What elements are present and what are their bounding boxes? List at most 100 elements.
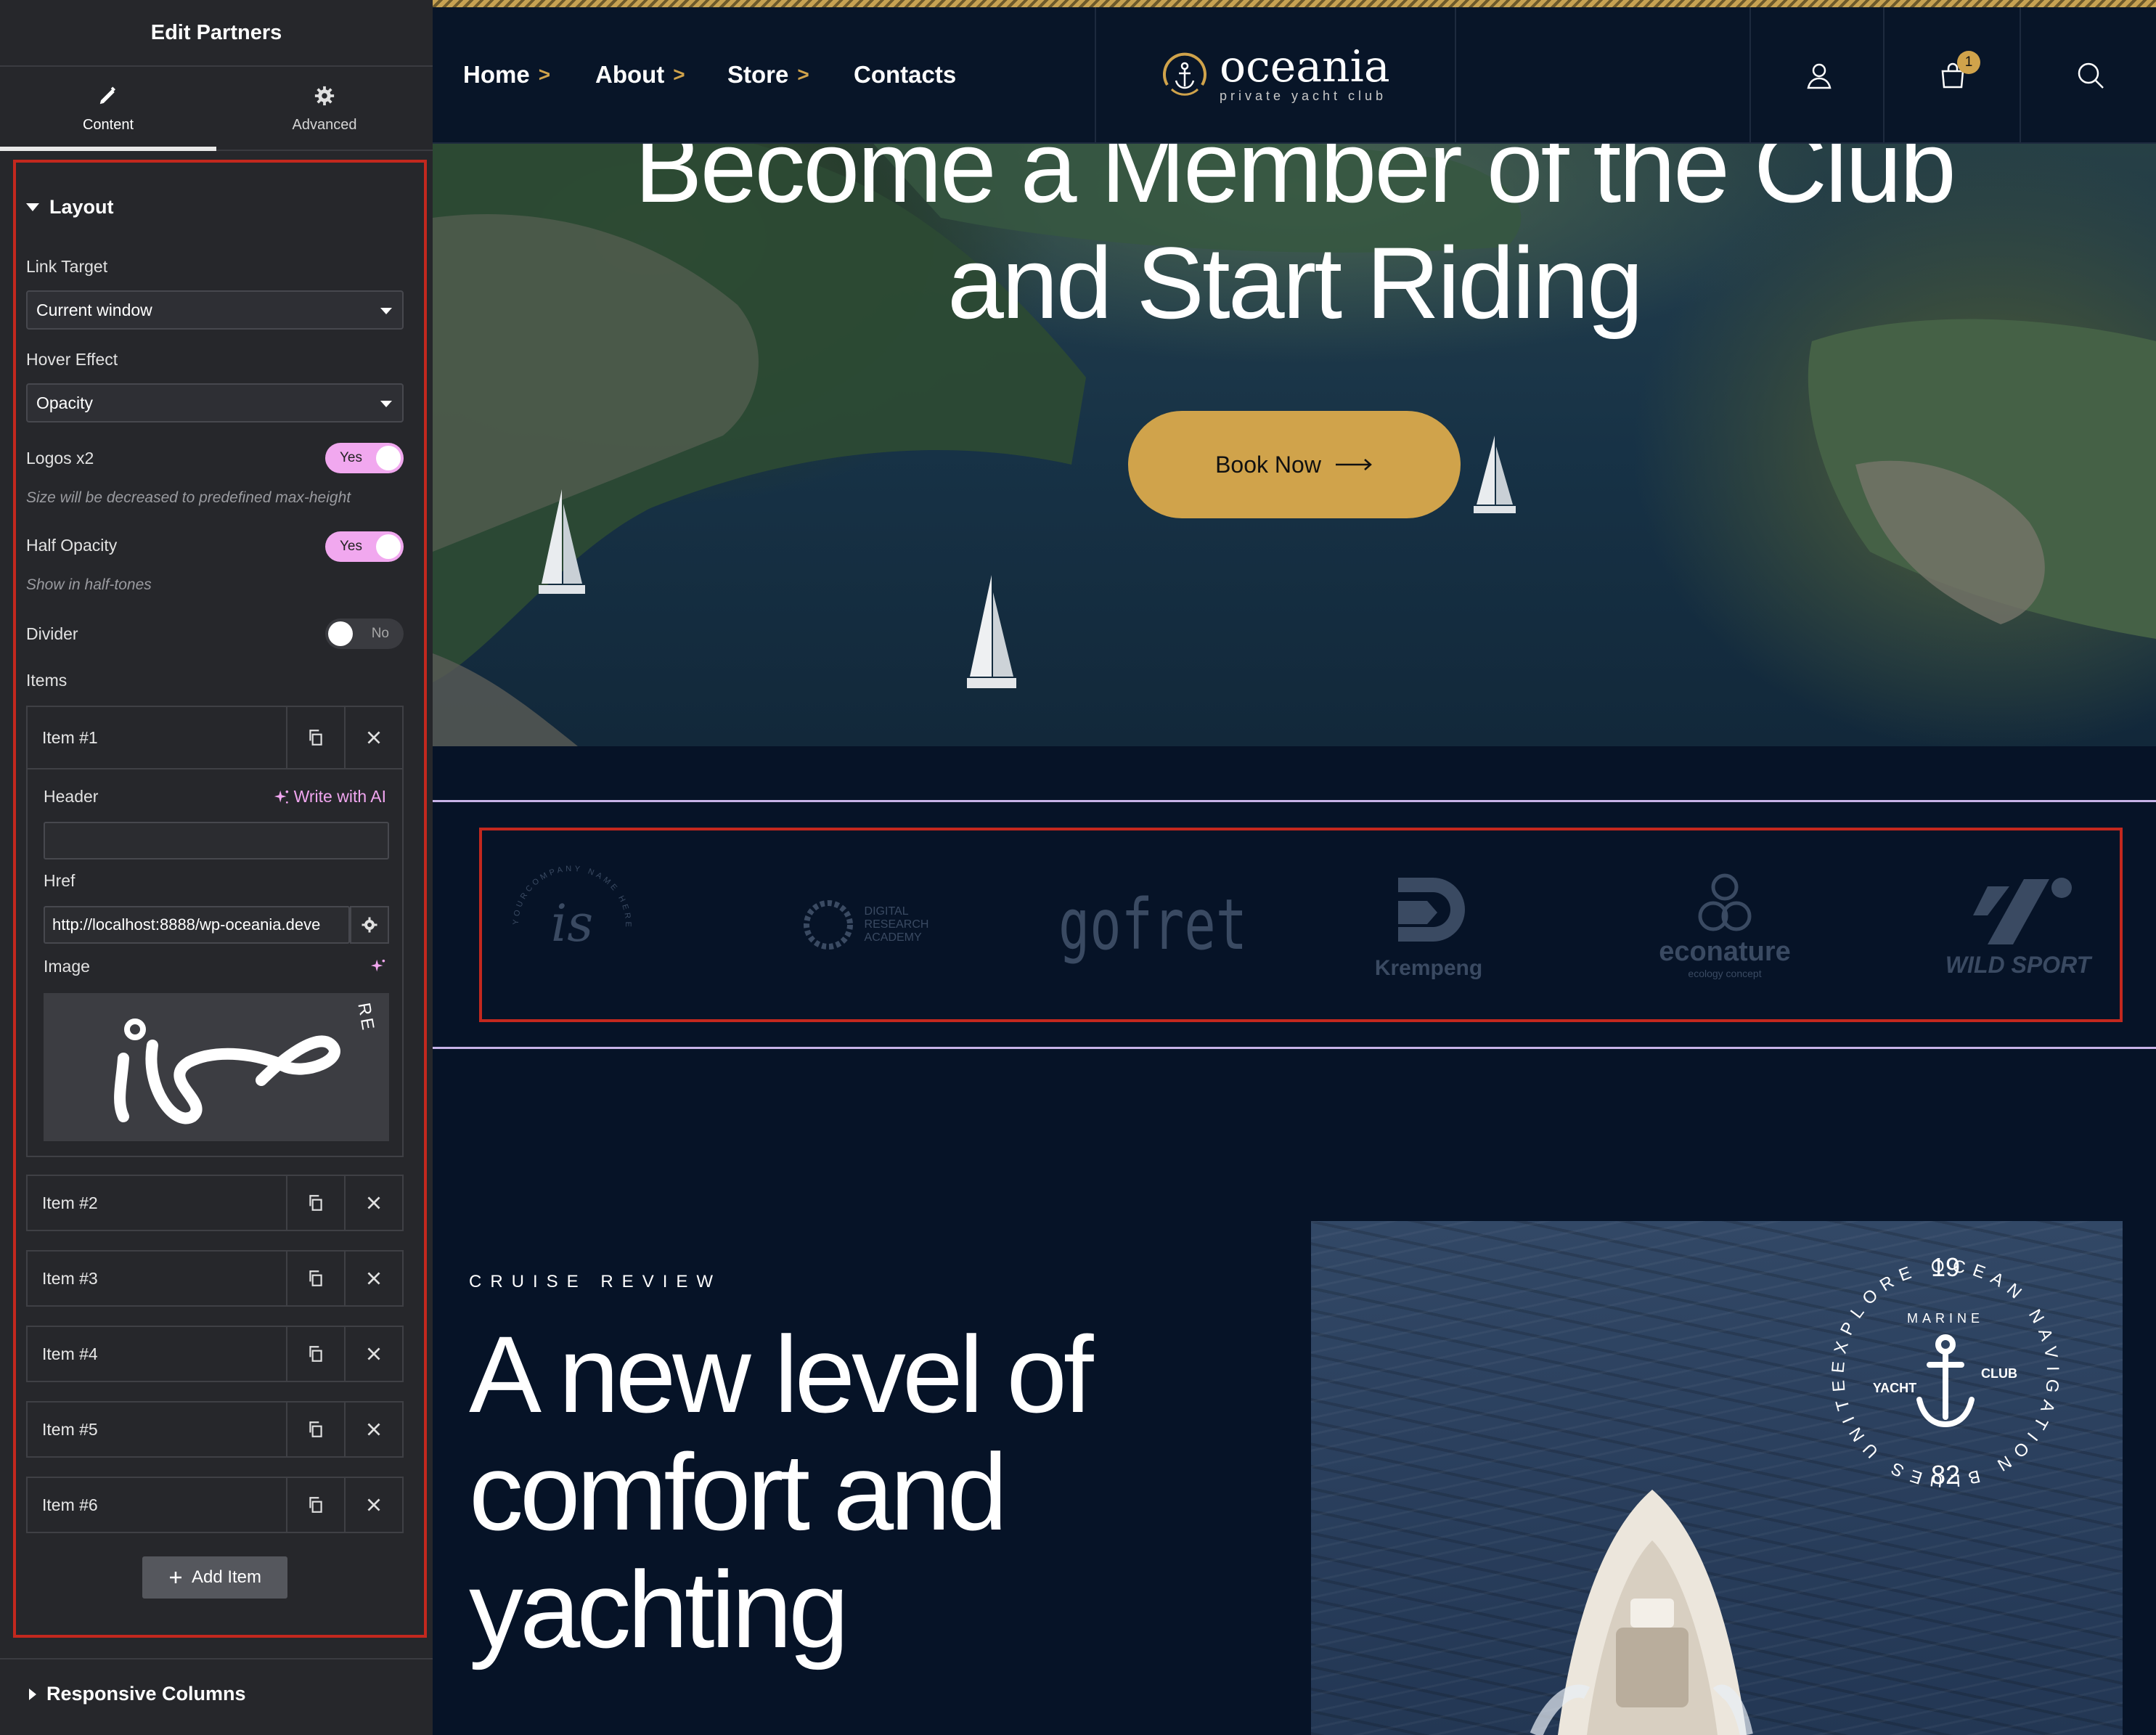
add-item-button[interactable]: Add Item xyxy=(142,1556,287,1599)
item-1-settings: Header Write with AI Href http://localho… xyxy=(26,768,404,1157)
close-icon xyxy=(367,731,380,744)
remove-button[interactable] xyxy=(344,1176,402,1230)
half-opacity-toggle[interactable]: Yes xyxy=(325,531,404,562)
item-label: Item #1 xyxy=(42,727,98,747)
link-target-select[interactable]: Current window xyxy=(26,290,404,330)
anchor-icon xyxy=(1916,1334,1975,1428)
remove-button[interactable] xyxy=(344,1403,402,1456)
remove-button[interactable] xyxy=(344,1252,402,1305)
sailboat-image xyxy=(539,489,585,594)
image-label: Image xyxy=(44,957,90,976)
layout-section-toggle[interactable]: Layout xyxy=(26,196,114,219)
duplicate-button[interactable] xyxy=(286,1176,344,1230)
close-icon xyxy=(367,1196,380,1209)
header-input[interactable] xyxy=(44,822,389,860)
partner-logo-5-sub: ecology concept xyxy=(1688,967,1762,979)
close-icon xyxy=(367,1347,380,1360)
href-input[interactable]: http://localhost:8888/wp-oceania.deve xyxy=(44,906,350,944)
nav-home[interactable]: Home > xyxy=(463,61,550,89)
item-row-3[interactable]: Item #3 xyxy=(26,1250,404,1307)
brand-name: oceania xyxy=(1220,41,1390,92)
responsive-columns-toggle[interactable]: Responsive Columns xyxy=(29,1683,246,1705)
book-now-button[interactable]: Book Now xyxy=(1128,411,1461,518)
nav-about[interactable]: About > xyxy=(595,61,685,89)
item-row-1[interactable]: Item #1 xyxy=(26,706,404,769)
section-eyebrow: CRUISE REVIEW xyxy=(469,1272,722,1291)
hover-effect-select[interactable]: Opacity xyxy=(26,383,404,422)
nav-store[interactable]: Store > xyxy=(727,61,809,89)
item-row-6[interactable]: Item #6 xyxy=(26,1477,404,1533)
tab-content[interactable]: Content xyxy=(0,68,216,151)
divider-toggle[interactable]: No xyxy=(325,619,404,649)
item-row-2[interactable]: Item #2 xyxy=(26,1175,404,1231)
chevron-right-icon: > xyxy=(673,63,685,86)
write-with-ai-link[interactable]: Write with AI xyxy=(274,787,386,807)
anchor-logo-icon xyxy=(1163,52,1206,96)
hover-effect-label: Hover Effect xyxy=(26,350,118,369)
account-button[interactable] xyxy=(1805,61,1834,94)
toggle-knob xyxy=(376,446,401,470)
close-icon xyxy=(367,1423,380,1436)
image-preview[interactable]: RE xyxy=(44,993,389,1141)
close-icon xyxy=(367,1272,380,1285)
krempeng-mark-icon xyxy=(1398,878,1465,942)
item-label: Item #3 xyxy=(42,1268,98,1288)
search-button[interactable] xyxy=(2076,61,2105,94)
partner-logo-4[interactable]: Krempeng xyxy=(1356,828,1501,1022)
divider-label: Divider xyxy=(26,624,78,643)
brand-tagline: private yacht club xyxy=(1220,89,1387,103)
partner-logo-3[interactable]: gofret xyxy=(1058,828,1247,1022)
brand-logo[interactable]: oceania private yacht club xyxy=(1157,45,1390,104)
items-label: Items xyxy=(26,671,68,690)
logos-x2-toggle[interactable]: Yes xyxy=(325,443,404,473)
wild-sport-mark-icon xyxy=(1973,877,2072,944)
search-icon xyxy=(2078,62,2104,89)
remove-button[interactable] xyxy=(344,1478,402,1532)
dropdown-arrow-icon xyxy=(380,308,392,314)
tab-advanced[interactable]: Advanced xyxy=(216,68,433,150)
partner-logo-4-name: Krempeng xyxy=(1374,956,1483,980)
add-item-label: Add Item xyxy=(191,1567,262,1587)
nav-contacts-label: Contacts xyxy=(854,61,957,88)
link-target-value: Current window xyxy=(36,300,152,319)
partner-logo-1[interactable]: YOURCOMPANY NAME HERE is xyxy=(507,828,637,1022)
href-options-button[interactable] xyxy=(350,906,389,944)
partners-logos: YOURCOMPANY NAME HERE is DIGITAL RESEARC… xyxy=(478,828,2121,1022)
sailboat-image xyxy=(1474,436,1516,513)
marine-club-badge: EXPLORE OCEAN NAVIGATION BLUES UNITED 19… xyxy=(1822,1250,2055,1491)
image-ai-button[interactable] xyxy=(370,958,386,978)
pencil-icon xyxy=(99,86,115,104)
item-label: Item #2 xyxy=(42,1193,98,1212)
copy-icon xyxy=(309,1195,322,1211)
logos-x2-label: Logos x2 xyxy=(26,449,94,468)
sparkle-icon xyxy=(370,959,385,972)
badge-marine-text: MARINE xyxy=(1907,1311,1984,1326)
item-row-5[interactable]: Item #5 xyxy=(26,1401,404,1458)
half-opacity-state: Yes xyxy=(340,539,362,554)
duplicate-button[interactable] xyxy=(286,1403,344,1456)
partners-bottom-line xyxy=(433,1047,2156,1049)
nav-contacts[interactable]: Contacts xyxy=(854,61,956,89)
cart-button[interactable]: 1 xyxy=(1938,51,1980,94)
site-preview: Become a Member of the Club and Start Ri… xyxy=(433,0,2156,1735)
partner-logo-is-mark: YOURCOMPANY NAME HERE is xyxy=(512,865,629,953)
section-title: A new level of comfort and yachting xyxy=(469,1313,1094,1670)
sailboat-image xyxy=(967,575,1016,688)
link-target-label: Link Target xyxy=(26,257,108,276)
partner-logo-6[interactable]: WILD SPORT xyxy=(1938,828,2098,1022)
remove-button[interactable] xyxy=(344,707,402,768)
duplicate-button[interactable] xyxy=(286,1252,344,1305)
item-row-4[interactable]: Item #4 xyxy=(26,1326,404,1382)
duplicate-button[interactable] xyxy=(286,1327,344,1381)
duplicate-button[interactable] xyxy=(286,707,344,768)
copy-icon xyxy=(309,1346,322,1362)
remove-button[interactable] xyxy=(344,1327,402,1381)
tab-content-label: Content xyxy=(82,116,134,133)
header-divider xyxy=(1749,7,1751,144)
duplicate-button[interactable] xyxy=(286,1478,344,1532)
item-label: Item #6 xyxy=(42,1495,98,1514)
user-icon xyxy=(1807,63,1832,89)
badge-yacht-text: YACHT xyxy=(1873,1381,1916,1395)
partner-logo-5[interactable]: econature ecology concept xyxy=(1645,828,1805,1022)
partner-logo-2[interactable]: DIGITAL RESEARCH ACADEMY xyxy=(791,828,936,1022)
